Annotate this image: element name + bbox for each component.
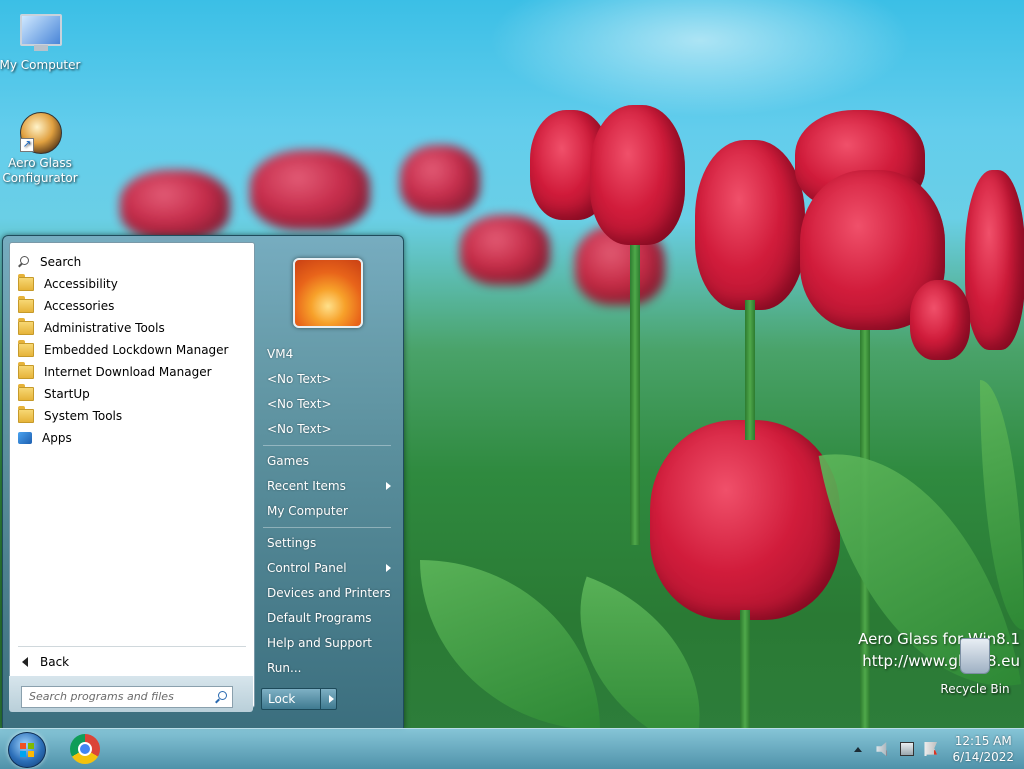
right-item-games[interactable]: Games (259, 449, 395, 474)
program-item-internet-download-manager[interactable]: Internet Download Manager (18, 361, 248, 383)
submenu-arrow-icon (386, 482, 391, 490)
show-hidden-icons-button[interactable] (854, 746, 863, 752)
shutdown-options-arrow-icon[interactable] (321, 689, 336, 709)
start-button[interactable] (8, 732, 46, 768)
back-button[interactable]: Back (22, 655, 69, 669)
folder-icon (18, 406, 34, 423)
speaker-muted-icon[interactable]: × (876, 742, 887, 756)
right-item-control-panel[interactable]: Control Panel (259, 556, 395, 581)
right-item-recent-items[interactable]: Recent Items (259, 474, 395, 499)
program-label: Accessibility (44, 277, 118, 291)
desktop-icon-label: My Computer (0, 58, 81, 72)
program-item-system-tools[interactable]: System Tools (18, 405, 248, 427)
program-item-search[interactable]: Search (18, 251, 248, 273)
start-menu-right-pane: VM4 <No Text> <No Text> <No Text> Games … (259, 342, 395, 681)
programs-pane: Search Accessibility Accessories Adminis… (9, 242, 255, 708)
right-item-help-and-support[interactable]: Help and Support (259, 631, 395, 656)
windows-logo-icon (20, 743, 34, 757)
right-item-no-text-3[interactable]: <No Text> (259, 417, 395, 442)
start-menu: Search Accessibility Accessories Adminis… (2, 235, 404, 729)
action-center-icon[interactable]: × (924, 742, 938, 756)
right-item-devices-and-printers[interactable]: Devices and Printers (259, 581, 395, 606)
apps-icon (18, 432, 32, 444)
search-placeholder: Search programs and files (29, 690, 174, 703)
program-label: Apps (42, 431, 72, 445)
folder-icon (18, 340, 34, 357)
clock[interactable]: 12:15 AM 6/14/2022 (948, 733, 1024, 765)
back-arrow-icon (22, 657, 28, 667)
desktop-icon-label: Aero Glass Configurator (2, 156, 78, 185)
program-label: Internet Download Manager (44, 365, 212, 379)
lock-button[interactable]: Lock (261, 688, 337, 710)
programs-list: Search Accessibility Accessories Adminis… (18, 251, 248, 449)
program-item-apps[interactable]: Apps (18, 427, 248, 449)
desktop-icon-my-computer[interactable]: My Computer (0, 10, 82, 73)
search-icon[interactable] (214, 690, 228, 704)
desktop-icon-aero-glass-configurator[interactable]: ↗ Aero Glass Configurator (0, 112, 82, 186)
program-label: Accessories (44, 299, 115, 313)
program-label: Search (40, 255, 82, 269)
folder-icon (18, 274, 34, 291)
program-label: System Tools (44, 409, 123, 423)
submenu-arrow-icon (386, 564, 391, 572)
lock-label: Lock (262, 689, 321, 709)
my-computer-icon (20, 14, 62, 51)
right-separator (263, 445, 391, 446)
program-label: StartUp (44, 387, 90, 401)
user-picture[interactable] (293, 258, 363, 328)
program-label: Embedded Lockdown Manager (44, 343, 229, 357)
clock-time: 12:15 AM (954, 734, 1012, 748)
folder-icon (18, 384, 34, 401)
right-item-no-text-2[interactable]: <No Text> (259, 392, 395, 417)
desktop-icon-recycle-bin[interactable]: Recycle Bin (933, 632, 1017, 697)
folder-icon (18, 362, 34, 379)
desktop-icon-label: Recycle Bin (940, 682, 1010, 696)
programs-divider (18, 646, 246, 647)
chrome-icon[interactable] (70, 734, 100, 764)
search-area: Search programs and files (9, 676, 253, 712)
program-item-administrative-tools[interactable]: Administrative Tools (18, 317, 248, 339)
program-item-accessibility[interactable]: Accessibility (18, 273, 248, 295)
right-separator (263, 527, 391, 528)
program-item-startup[interactable]: StartUp (18, 383, 248, 405)
system-tray: × × 12:15 AM 6/14/2022 (854, 729, 1024, 769)
folder-icon (18, 318, 34, 335)
right-item-settings[interactable]: Settings (259, 531, 395, 556)
right-item-run[interactable]: Run... (259, 656, 395, 681)
network-icon[interactable] (900, 742, 915, 756)
search-input[interactable]: Search programs and files (21, 686, 233, 708)
back-label: Back (40, 655, 70, 669)
search-icon (18, 256, 30, 268)
shortcut-arrow-icon: ↗ (20, 138, 34, 152)
program-label: Administrative Tools (44, 321, 165, 335)
recycle-bin-icon (960, 638, 990, 674)
right-item-no-text-1[interactable]: <No Text> (259, 367, 395, 392)
right-item-default-programs[interactable]: Default Programs (259, 606, 395, 631)
folder-icon (18, 296, 34, 313)
right-item-my-computer[interactable]: My Computer (259, 499, 395, 524)
right-item-vm4[interactable]: VM4 (259, 342, 395, 367)
program-item-embedded-lockdown-manager[interactable]: Embedded Lockdown Manager (18, 339, 248, 361)
taskbar: × × 12:15 AM 6/14/2022 (0, 728, 1024, 769)
clock-date: 6/14/2022 (952, 750, 1014, 764)
program-item-accessories[interactable]: Accessories (18, 295, 248, 317)
